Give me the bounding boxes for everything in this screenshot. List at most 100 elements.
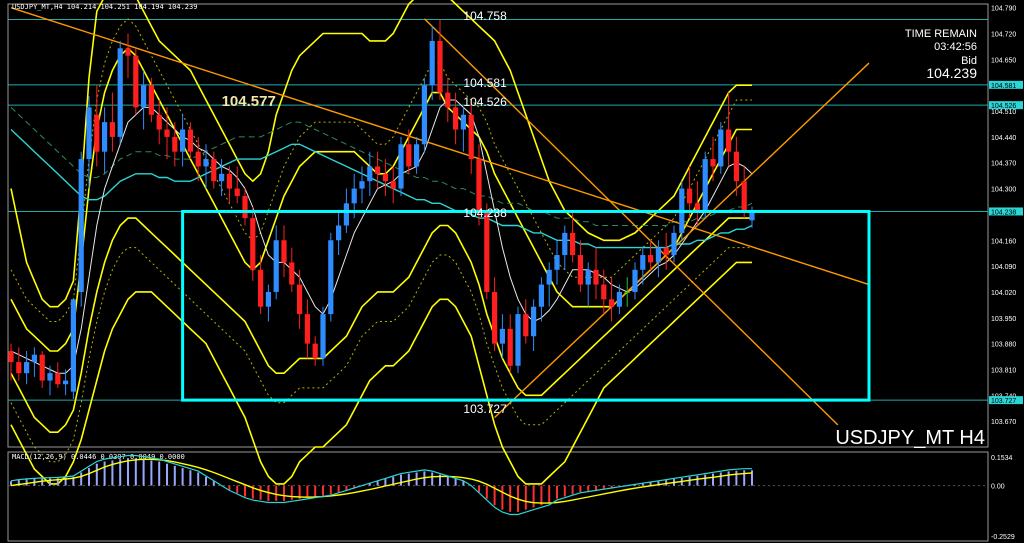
candle-body [632, 269, 638, 292]
candle-body [148, 85, 154, 115]
candle-body [281, 240, 287, 263]
candle-body [250, 218, 256, 270]
candle-body [671, 232, 677, 256]
axis-tick-label: 104.440 [991, 135, 1016, 142]
candle-body [398, 144, 404, 189]
axis-tick-label: 103.727 [991, 398, 1016, 405]
candle-body [523, 314, 529, 337]
candle-body [242, 195, 248, 219]
candle-body [687, 188, 693, 204]
axis-tick-label: 104.090 [991, 264, 1016, 271]
candle-body [577, 255, 583, 285]
candle-body [609, 299, 615, 307]
axis-tick-label: 103.670 [991, 419, 1016, 426]
candle-body [164, 129, 170, 137]
symbol-watermark: USDJPY_MT H4 [835, 427, 985, 449]
candle-body [733, 151, 739, 182]
axis-tick-label: 104.581 [991, 83, 1016, 90]
candle-body [109, 122, 115, 137]
candle-body [367, 166, 373, 182]
axis-tick-label: 104.650 [991, 57, 1016, 64]
candle-body [531, 306, 537, 337]
candle-body [445, 92, 451, 108]
candle-body [694, 203, 700, 211]
candle-body [570, 232, 576, 256]
candle-body [515, 314, 521, 366]
axis-tick-label: 103.950 [991, 316, 1016, 323]
candle-body [538, 284, 544, 307]
axis-tick-label: 104.370 [991, 161, 1016, 168]
candle-body [390, 181, 396, 189]
candle-body [648, 255, 654, 263]
macd-tick-label: -0.2529 [991, 534, 1015, 541]
macd-tick-label: 0.1534 [991, 455, 1013, 462]
candle-body [468, 114, 474, 160]
candle-body [258, 269, 264, 307]
macd-main-line [10, 454, 752, 516]
candle-body [718, 129, 724, 167]
candle-body [31, 354, 37, 363]
axis-tick-label: 104.238 [991, 209, 1016, 216]
candle-body [211, 159, 217, 182]
candle-body [63, 380, 69, 385]
price-chart[interactable]: 104.758 104.581 104.526 104.238 103.727 104.5… [0, 0, 1024, 543]
chart-header: USDJPY_MT,H4 104.214 104.251 104.194 104… [12, 3, 197, 11]
macd-tick-label: 0.00 [991, 484, 1005, 491]
candle-body [546, 269, 552, 285]
candle-body [117, 48, 123, 137]
candle-body [507, 328, 513, 366]
candle-body [187, 129, 193, 152]
bollinger-outer-lower [10, 261, 752, 485]
candle-body [156, 114, 162, 130]
bid-value: 104.239 [926, 65, 977, 81]
candle-body [375, 166, 381, 174]
candle-body [16, 362, 22, 374]
candle-body [593, 269, 599, 285]
axis-tick-label: 104.790 [991, 6, 1016, 13]
candle-body [172, 136, 178, 152]
level-label: 104.758 [463, 9, 507, 23]
candle-body [710, 159, 716, 167]
candle-body [585, 269, 591, 285]
candle-body [39, 354, 45, 381]
candle-body [336, 225, 342, 241]
candle-body [562, 232, 568, 256]
candle-body [499, 328, 505, 344]
axis-tick-label: 103.810 [991, 367, 1016, 374]
axis-tick-label: 103.880 [991, 342, 1016, 349]
candle-body [429, 40, 435, 86]
candle-body [484, 210, 490, 292]
macd-signal-line [10, 458, 753, 504]
candle-body [24, 362, 30, 374]
candle-body [359, 181, 365, 189]
macd-panel-frame [7, 451, 989, 542]
trading-chart-window: 104.758 104.581 104.526 104.238 103.727 104.5… [0, 0, 1024, 543]
candle-body [453, 107, 459, 130]
candle-body [406, 144, 412, 167]
candle-body [195, 151, 201, 167]
candle-body [141, 85, 147, 108]
candle-body [421, 85, 427, 145]
time-remain-label: TIME REMAIN [905, 28, 977, 40]
moving-average-white [10, 99, 753, 374]
candle-body [328, 240, 334, 315]
candle-body [554, 255, 560, 270]
time-remain-value: 03:42:56 [934, 41, 977, 53]
candle-body [320, 314, 326, 359]
candle-body [86, 107, 92, 160]
trendline [494, 62, 870, 418]
candle-body [726, 129, 732, 152]
candle-body [78, 159, 84, 292]
candle-body [343, 203, 349, 226]
candle-body [741, 181, 747, 211]
axis-tick-label: 104.510 [991, 109, 1016, 116]
candle-body [70, 299, 76, 392]
candle-body [226, 173, 232, 189]
candle-body [640, 255, 646, 270]
candle-body [8, 351, 14, 363]
candle-body [203, 159, 209, 167]
candle-body [297, 284, 303, 315]
axis-tick-label: 104.300 [991, 187, 1016, 194]
candle-body [351, 188, 357, 204]
axis-tick-label: 104.020 [991, 290, 1016, 297]
